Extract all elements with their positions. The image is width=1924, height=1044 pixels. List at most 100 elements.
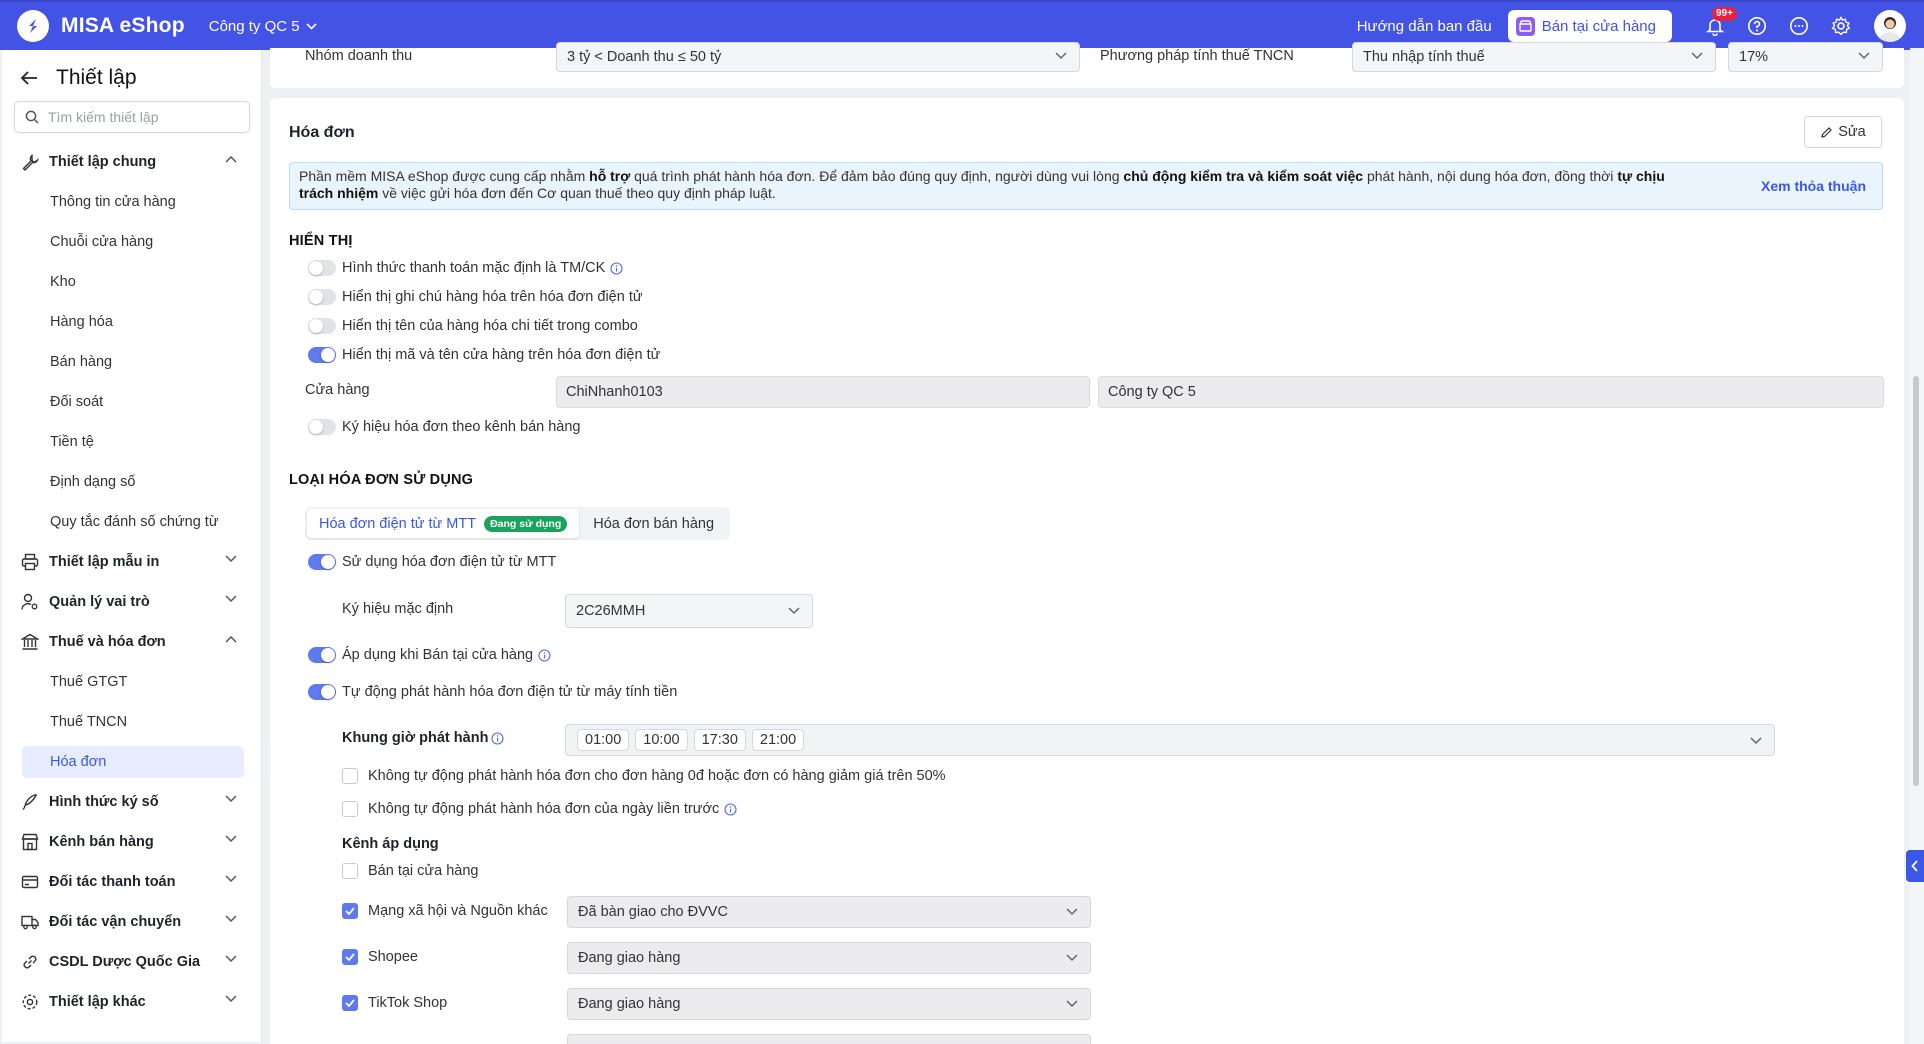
chat-button[interactable] [1788,15,1810,37]
channel-name: Mạng xã hội và Nguồn khác [368,903,548,919]
display-heading: HIỂN THỊ [289,233,353,249]
time-chip[interactable]: 01:00 [577,729,630,751]
view-agreement-link[interactable]: Xem thỏa thuận [1761,178,1866,195]
revenue-group-select[interactable]: 3 tỷ < Doanh thu ≤ 50 tỷ [556,42,1080,72]
sidebar-group-shipping-partners[interactable]: Đối tác vận chuyển [2,906,262,938]
no-auto-zero-label: Không tự động phát hành hóa đơn cho đơn … [368,768,946,784]
sidebar-group-print-template[interactable]: Thiết lập mẫu in [2,546,262,578]
sidebar-item-doc-numbering[interactable]: Quy tắc đánh số chứng từ [2,506,262,538]
channel-status-select[interactable]: Đang giao hàng [567,942,1091,974]
default-symbol-select[interactable]: 2C26MMH [565,594,813,628]
channel-status-select[interactable]: Đã bàn giao cho ĐVVC [567,896,1091,928]
sidebar-group-sales-channels[interactable]: Kênh bán hàng [2,826,262,858]
sidebar-item-vat[interactable]: Thuế GTGT [2,666,262,698]
store-info-toggle[interactable] [308,347,336,363]
channel-symbol-toggle[interactable] [308,419,336,435]
sidebar-item-invoice[interactable]: Hóa đơn [22,746,244,778]
issue-time-label-row: Khung giờ phát hành [342,730,504,746]
sidebar-group-roles[interactable]: Quản lý vai trò [2,586,262,618]
revenue-group-value: 3 tỷ < Doanh thu ≤ 50 tỷ [567,49,722,65]
no-auto-prev-checkbox[interactable] [342,801,358,817]
sidebar-item-sales[interactable]: Bán hàng [2,346,262,378]
info-icon[interactable] [610,261,623,275]
info-icon[interactable] [724,802,737,816]
channel-checkbox[interactable] [342,949,358,965]
sidebar-item-store-chain[interactable]: Chuỗi cửa hàng [2,226,262,258]
sidebar-group-general[interactable]: Thiết lập chung [2,146,262,178]
help-button[interactable] [1746,15,1768,37]
company-switcher[interactable]: Công ty QC 5 [209,18,317,35]
channel-status-select-partial[interactable] [567,1034,1091,1044]
issue-time-multiselect[interactable]: 01:00 10:00 17:30 21:00 [565,724,1775,756]
sidebar-item-label: Hàng hóa [50,314,113,330]
apply-store-row: Áp dụng khi Bán tại cửa hàng [308,647,551,663]
sidebar-item-reconciliation[interactable]: Đối soát [2,386,262,418]
time-chip[interactable]: 10:00 [635,729,688,751]
sidebar-item-number-format[interactable]: Định dạng số [2,466,262,498]
sidebar-group-other[interactable]: Thiết lập khác [2,986,262,1018]
settings-search-input[interactable]: Tìm kiếm thiết lập [14,101,250,133]
channel-checkbox[interactable] [342,995,358,1011]
sidebar-item-label: Định dạng số [50,474,136,490]
tab-label: Hóa đơn điện tử từ MTT [319,515,477,532]
channel-name: Bán tại cửa hàng [368,863,479,879]
invoice-type-tabs: Hóa đơn điện tử từ MTT Đang sử dụng Hóa … [305,507,731,540]
pit-method-select[interactable]: Thu nhập tính thuế [1352,42,1716,72]
notice-text: Phần mềm MISA eShop được cung cấp nhằm [299,168,590,184]
sidebar-item-store-info[interactable]: Thông tin cửa hàng [2,186,262,218]
tax-settings-card: Nhóm doanh thu 3 tỷ < Doanh thu ≤ 50 tỷ … [270,42,1904,88]
chevron-down-icon [225,995,237,1003]
store-name-value: Công ty QC 5 [1108,384,1196,400]
channel-checkbox[interactable] [342,903,358,919]
user-avatar[interactable] [1874,10,1906,42]
sidebar-item-warehouse[interactable]: Kho [2,266,262,298]
info-icon[interactable] [491,731,504,745]
sidebar-item-goods[interactable]: Hàng hóa [2,306,262,338]
sidebar-group-signature[interactable]: Hình thức ký số [2,786,262,818]
sidebar-group-payment-partners[interactable]: Đối tác thanh toán [2,866,262,898]
sidebar-group-tax-invoice[interactable]: Thuế và hóa đơn [2,626,262,658]
chat-icon [1790,17,1808,35]
pit-rate-value: 17% [1739,49,1769,65]
default-payment-label: Hình thức thanh toán mặc định là TM/CK [342,260,606,276]
chevron-down-icon [1858,52,1870,60]
onboarding-guide-link[interactable]: Hướng dẫn ban đầu [1357,18,1492,35]
default-symbol-value: 2C26MMH [576,603,646,619]
pit-rate-select[interactable]: 17% [1728,42,1883,72]
misa-logo-icon[interactable] [17,10,49,42]
settings-button[interactable] [1830,15,1852,37]
info-icon[interactable] [538,648,551,662]
notifications-button[interactable]: 99+ [1704,7,1737,37]
channel-status-select[interactable]: Đang giao hàng [567,988,1091,1020]
invoice-settings-card: Hóa đơn Sửa Phần mềm MISA eShop được cun… [270,98,1904,1044]
sell-at-store-label: Bán tại cửa hàng [1541,17,1656,35]
sidebar-group-label: Đối tác thanh toán [49,874,176,890]
sidebar-item-pit[interactable]: Thuế TNCN [2,706,262,738]
gear-icon [20,992,40,1012]
tab-mtt-invoice[interactable]: Hóa đơn điện tử từ MTT Đang sử dụng [307,509,580,538]
time-chip[interactable]: 17:30 [693,729,746,751]
channel-checkbox[interactable] [342,863,358,879]
search-placeholder: Tìm kiếm thiết lập [48,109,159,125]
chevron-left-icon [1911,860,1918,872]
edit-button[interactable]: Sửa [1804,116,1882,148]
tab-sales-invoice[interactable]: Hóa đơn bán hàng [579,509,728,538]
no-auto-zero-checkbox[interactable] [342,768,358,784]
sidebar-group-pharma-db[interactable]: CSDL Dược Quốc Gia [2,946,262,978]
combo-detail-toggle[interactable] [308,318,336,334]
auto-issue-toggle[interactable] [308,684,336,700]
brand-name: MISA eShop [61,14,185,37]
side-panel-toggle[interactable] [1906,850,1924,882]
time-chip[interactable]: 21:00 [751,729,805,751]
apply-store-toggle[interactable] [308,647,336,663]
chevron-up-icon [225,155,237,163]
scrollbar-thumb[interactable] [1913,376,1919,786]
invoice-types-heading: LOẠI HÓA ĐƠN SỬ DỤNG [289,472,474,488]
back-arrow-icon[interactable] [20,70,38,86]
use-mtt-toggle[interactable] [308,554,336,570]
default-payment-toggle[interactable] [308,260,336,276]
sidebar-item-currency[interactable]: Tiền tệ [2,426,262,458]
goods-note-toggle[interactable] [308,289,336,305]
sidebar-item-label: Tiền tệ [50,434,94,450]
sell-at-store-button[interactable]: Bán tại cửa hàng [1507,10,1672,42]
